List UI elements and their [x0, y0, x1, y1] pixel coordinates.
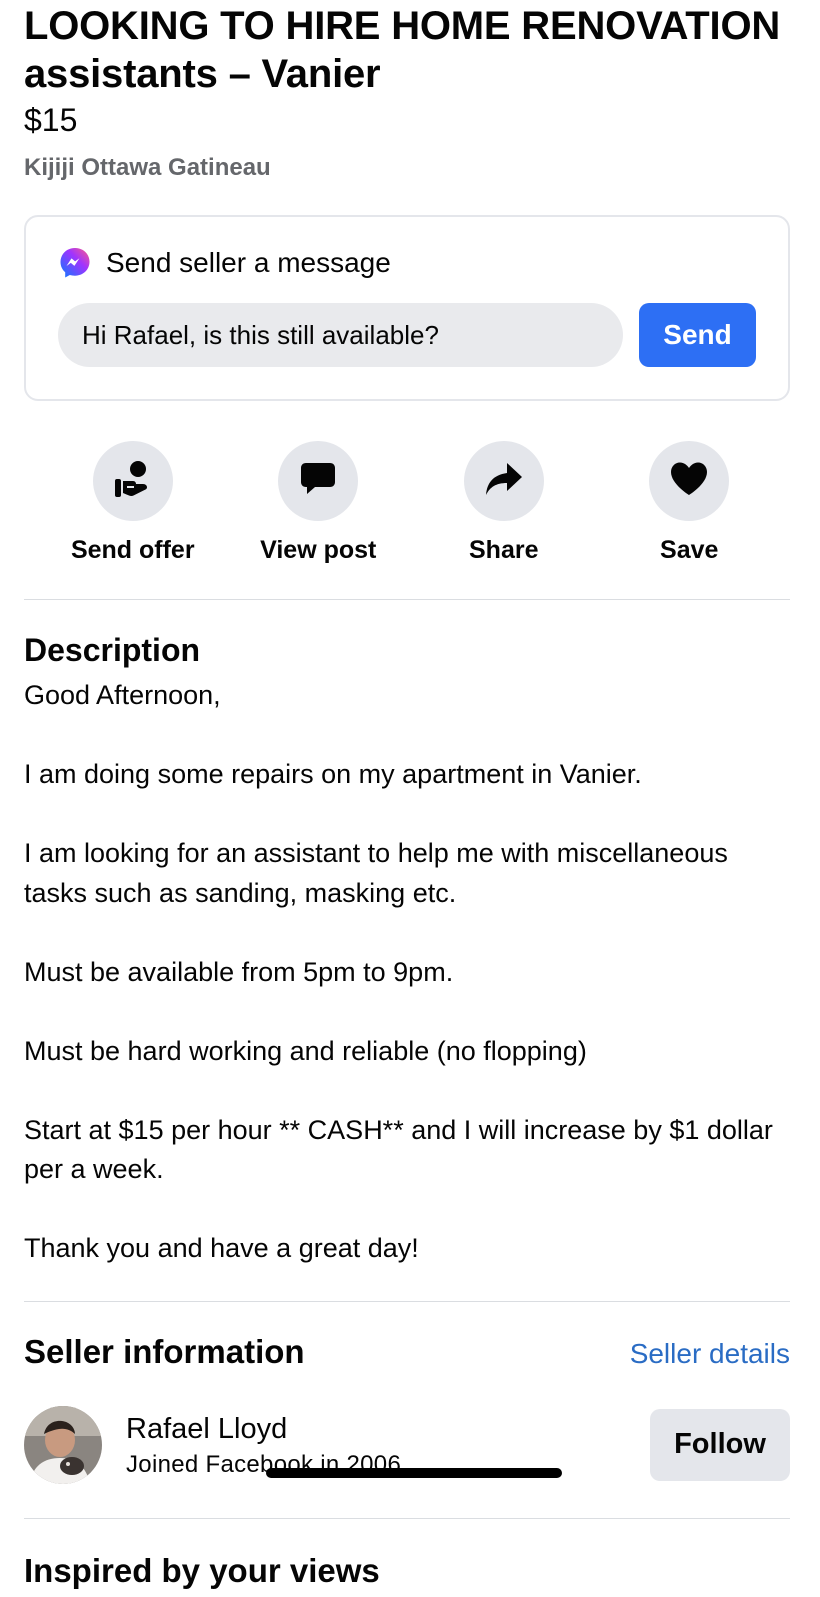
share-arrow-icon: [483, 458, 525, 505]
send-offer-action[interactable]: Send offer: [40, 441, 226, 565]
description-paragraph: I am doing some repairs on my apartment …: [24, 759, 642, 789]
save-button[interactable]: [649, 441, 730, 521]
message-input[interactable]: Hi Rafael, is this still available?: [58, 303, 623, 367]
send-offer-label: Send offer: [70, 536, 195, 564]
save-label: Save: [660, 536, 719, 564]
save-action[interactable]: Save: [597, 441, 783, 565]
seller-name[interactable]: Rafael Lloyd: [126, 1411, 650, 1447]
description-paragraph: I am looking for an assistant to help me…: [24, 838, 728, 908]
send-button[interactable]: Send: [639, 303, 756, 367]
divider: [24, 599, 790, 600]
listing-title: LOOKING TO HIRE HOME RENOVATION assistan…: [24, 4, 781, 96]
send-offer-button[interactable]: [92, 441, 173, 521]
description-title: Description: [24, 632, 201, 668]
divider: [24, 1517, 790, 1519]
seller-section-header: Seller information Seller details: [24, 1332, 790, 1372]
action-bar: Send offer View post Share Save: [24, 441, 790, 565]
description-body: Good Afternoon, I am doing some repairs …: [24, 676, 794, 1269]
description-paragraph: Thank you and have a great day!: [24, 1233, 419, 1263]
view-post-button[interactable]: [278, 441, 359, 521]
view-post-label: View post: [260, 536, 377, 564]
chat-bubble-icon: [298, 459, 338, 504]
heart-icon: [668, 458, 710, 505]
avatar[interactable]: [24, 1405, 102, 1484]
message-header: Send seller a message: [58, 243, 756, 283]
view-post-action[interactable]: View post: [226, 441, 412, 565]
message-card: Send seller a message Hi Rafael, is this…: [24, 215, 790, 401]
message-header-label: Send seller a message: [106, 247, 391, 278]
description-paragraph: Start at $15 per hour ** CASH** and I wi…: [24, 1114, 773, 1185]
share-label: Share: [469, 536, 539, 564]
description-paragraph: Good Afternoon,: [24, 680, 221, 710]
share-button[interactable]: [463, 441, 544, 521]
description-paragraph: Must be hard working and reliable (no fl…: [24, 1035, 587, 1066]
listing-price: $15: [24, 102, 78, 138]
share-action[interactable]: Share: [411, 441, 597, 565]
divider: [24, 1300, 790, 1302]
messenger-icon: [58, 246, 92, 280]
listing-location[interactable]: Kijiji Ottawa Gatineau: [24, 153, 788, 183]
seller-section-title: Seller information: [24, 1332, 305, 1370]
hand-offer-icon: [111, 457, 155, 506]
description-paragraph: Must be available from 5pm to 9pm.: [24, 956, 454, 987]
home-indicator[interactable]: [266, 1468, 562, 1478]
follow-button[interactable]: Follow: [650, 1408, 790, 1481]
listing-page: LOOKING TO HIRE HOME RENOVATION assistan…: [0, 0, 820, 1597]
message-row: Hi Rafael, is this still available? Send: [58, 303, 756, 367]
inspired-section-title: Inspired by your views: [24, 1551, 380, 1589]
seller-details-link[interactable]: Seller details: [630, 1338, 790, 1370]
